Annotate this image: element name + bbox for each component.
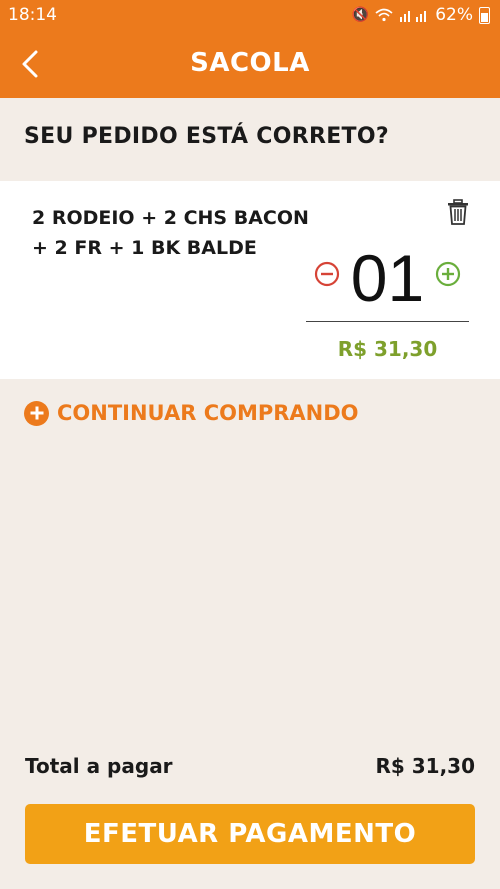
trash-icon bbox=[448, 199, 468, 225]
item-price: R$ 31,30 bbox=[337, 337, 438, 361]
checkout-button[interactable]: EFETUAR PAGAMENTO bbox=[25, 804, 475, 864]
page-title: SACOLA bbox=[190, 48, 310, 78]
battery-percent: 62% bbox=[435, 5, 473, 25]
signal-icon bbox=[400, 11, 427, 22]
plus-circle-filled-icon bbox=[24, 400, 49, 426]
minus-circle-icon bbox=[314, 261, 340, 287]
total-value: R$ 31,30 bbox=[375, 754, 475, 778]
continue-shopping-label: CONTINUAR COMPRANDO bbox=[57, 401, 359, 425]
total-row: Total a pagar R$ 31,30 bbox=[25, 754, 475, 778]
decrease-quantity-button[interactable] bbox=[314, 261, 340, 287]
app-bar: SACOLA bbox=[0, 30, 500, 98]
status-time: 18:14 bbox=[8, 5, 57, 25]
item-name: 2 RODEIO + 2 CHS BACON + 2 FR + 1 BK BAL… bbox=[32, 203, 312, 263]
cart-item: 2 RODEIO + 2 CHS BACON + 2 FR + 1 BK BAL… bbox=[0, 181, 500, 379]
plus-circle-icon bbox=[435, 261, 461, 287]
item-name-line1: 2 RODEIO + 2 CHS BACON bbox=[32, 207, 309, 229]
remove-item-button[interactable] bbox=[446, 199, 470, 225]
continue-shopping-button[interactable]: CONTINUAR COMPRANDO bbox=[24, 398, 359, 428]
wifi-icon bbox=[375, 8, 393, 22]
item-name-line2: + 2 FR + 1 BK BALDE bbox=[32, 237, 257, 259]
increase-quantity-button[interactable] bbox=[435, 261, 461, 287]
mute-icon: 🔇 bbox=[351, 7, 370, 23]
order-question: SEU PEDIDO ESTÁ CORRETO? bbox=[24, 124, 389, 149]
quantity-stepper: 01 bbox=[306, 243, 469, 322]
battery-icon bbox=[479, 6, 490, 24]
total-label: Total a pagar bbox=[25, 754, 173, 778]
status-icons: 🔇 62% bbox=[352, 5, 490, 25]
status-bar: 18:14 🔇 62% bbox=[0, 0, 500, 30]
quantity-value: 01 bbox=[350, 241, 425, 315]
